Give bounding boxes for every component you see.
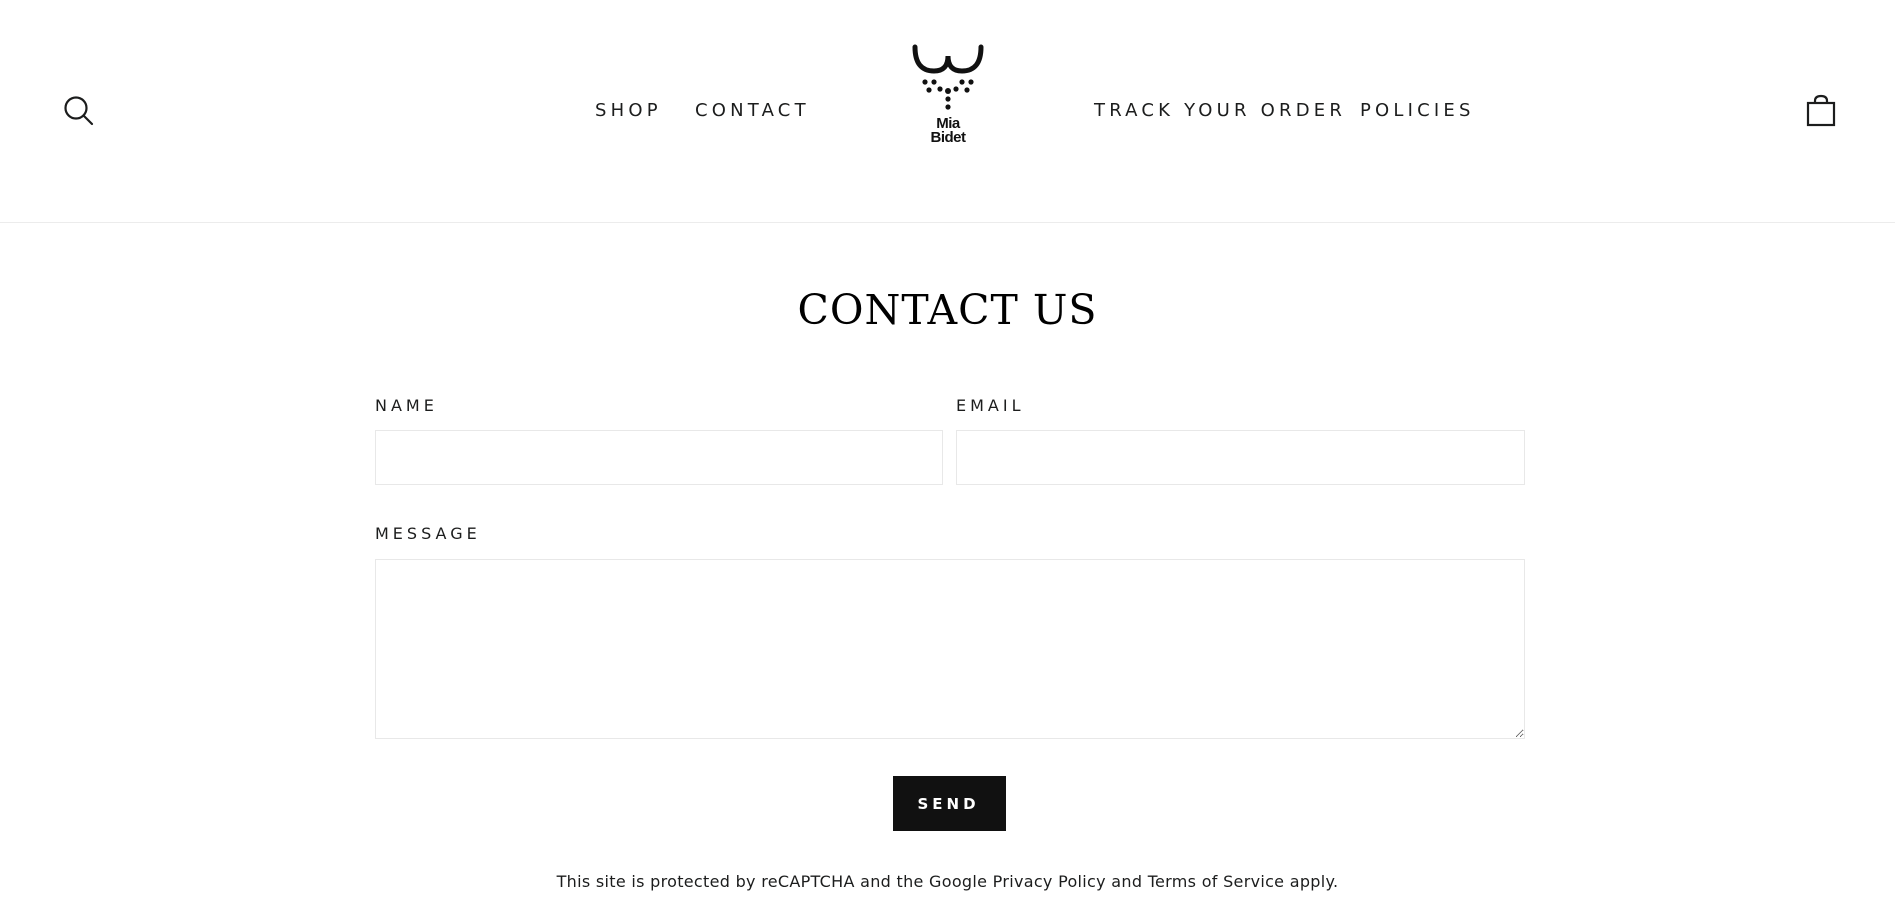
name-field[interactable] (375, 430, 943, 485)
name-label: NAME (375, 396, 438, 415)
recaptcha-text-suffix: apply. (1284, 872, 1339, 891)
search-button[interactable] (62, 94, 96, 128)
site-logo[interactable]: Mia Bidet (905, 42, 991, 148)
message-label: MESSAGE (375, 524, 481, 543)
privacy-policy-link[interactable]: Privacy Policy (993, 872, 1106, 891)
page-title: CONTACT US (797, 286, 1098, 334)
recaptcha-text-middle: and (1105, 872, 1148, 891)
nav-link-track-order[interactable]: TRACK YOUR ORDER (1094, 100, 1346, 122)
send-button[interactable]: SEND (893, 776, 1006, 831)
logo-mark (912, 44, 984, 110)
nav-link-shop[interactable]: SHOP (595, 100, 662, 122)
recaptcha-text-prefix: This site is protected by reCAPTCHA and … (556, 872, 993, 891)
cart-icon (1806, 94, 1836, 127)
email-field[interactable] (956, 430, 1525, 485)
message-field[interactable] (375, 559, 1525, 739)
recaptcha-notice: This site is protected by reCAPTCHA and … (0, 870, 1895, 894)
logo-text-line2: Bidet (930, 129, 967, 146)
terms-of-service-link[interactable]: Terms of Service (1148, 872, 1285, 891)
nav-link-policies[interactable]: POLICIES (1360, 100, 1475, 122)
nav-link-contact[interactable]: CONTACT (695, 100, 810, 122)
site-header: SHOP CONTACT Mia Bidet TRACK YOUR ORDER … (0, 0, 1895, 223)
search-icon (64, 96, 94, 126)
cart-button[interactable] (1806, 94, 1836, 128)
email-label: EMAIL (956, 396, 1025, 415)
